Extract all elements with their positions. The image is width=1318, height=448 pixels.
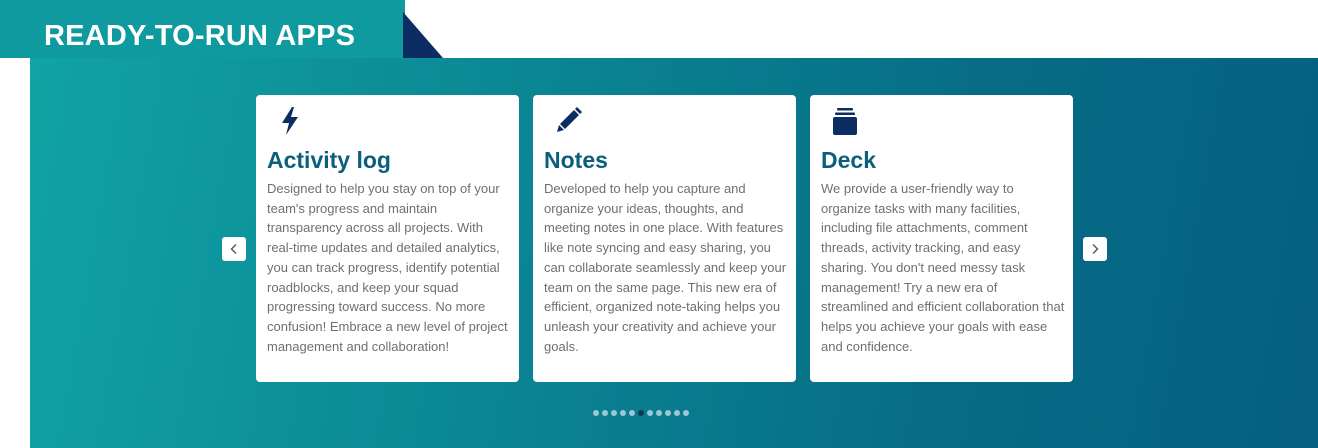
card-description: We provide a user-friendly way to organi… (821, 181, 1065, 354)
deck-stack-icon (830, 105, 860, 137)
card-title: Deck (821, 147, 876, 173)
card-description: Designed to help you stay on top of your… (267, 181, 508, 354)
carousel-dot[interactable] (674, 410, 680, 416)
section-title: READY-TO-RUN APPS (44, 20, 356, 52)
carousel-next-button[interactable] (1083, 237, 1107, 261)
carousel-dot[interactable] (665, 410, 671, 416)
carousel-dot[interactable] (620, 410, 626, 416)
carousel-dot[interactable] (611, 410, 617, 416)
carousel-dot[interactable] (656, 410, 662, 416)
carousel-dot[interactable] (683, 410, 689, 416)
card-description: Developed to help you capture and organi… (544, 181, 787, 354)
carousel-dot[interactable] (638, 410, 644, 416)
card-title: Notes (544, 147, 608, 173)
chevron-right-icon (1089, 243, 1101, 255)
chevron-left-icon (228, 243, 240, 255)
carousel-dot[interactable] (647, 410, 653, 416)
carousel-dot[interactable] (629, 410, 635, 416)
app-card-notes[interactable]: Notes Developed to help you capture and … (533, 95, 796, 382)
app-card-deck[interactable]: Deck We provide a user-friendly way to o… (810, 95, 1073, 382)
carousel-dot[interactable] (602, 410, 608, 416)
pencil-icon (553, 105, 583, 137)
app-card-activity-log[interactable]: Activity log Designed to help you stay o… (256, 95, 519, 382)
carousel-dot[interactable] (593, 410, 599, 416)
card-title: Activity log (267, 147, 391, 173)
header-notch-decoration (403, 12, 443, 58)
carousel-pagination (593, 410, 689, 416)
carousel-prev-button[interactable] (222, 237, 246, 261)
lightning-bolt-icon (276, 105, 306, 137)
